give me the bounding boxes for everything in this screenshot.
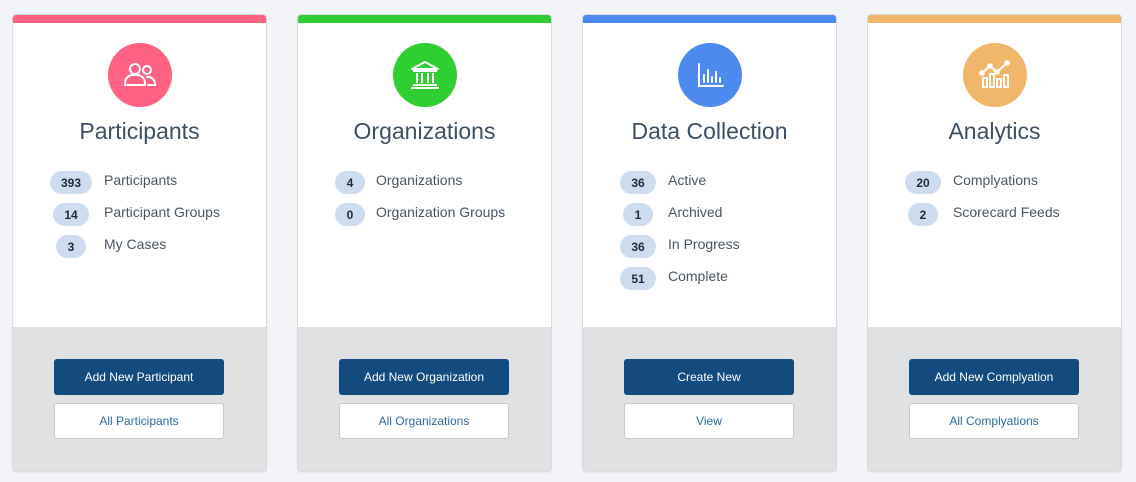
card-title: Analytics [948,118,1041,144]
count-badge: 1 [623,203,653,226]
count-badge: 14 [53,203,89,226]
analytics-card: Analytics 20 Complyations 2 Scorecard Fe… [867,14,1122,472]
stat-row: 3 My Cases [13,233,266,265]
users-icon [107,43,172,107]
bank-building-icon [392,43,457,107]
card-title: Data Collection [631,118,788,144]
count-badge: 4 [335,171,365,194]
count-badge: 20 [905,171,941,194]
bar-chart-icon [677,43,742,107]
stat-row: 393 Participants [13,169,266,201]
card-accent-bar [868,15,1121,23]
count-badge: 36 [620,171,656,194]
stat-row: 4 Organizations [298,169,551,201]
organizations-card: Organizations 4 Organizations 0 Organiza… [297,14,552,472]
stat-label: Archived [668,204,723,220]
stat-label: Organizations [376,172,463,188]
card-accent-bar [13,15,266,23]
stat-label: Complete [668,268,728,284]
all-participants-button[interactable]: All Participants [54,403,224,439]
view-button[interactable]: View [624,403,794,439]
stat-label: Scorecard Feeds [953,204,1060,220]
card-accent-bar [298,15,551,23]
count-badge: 51 [620,267,656,290]
stat-label: Complyations [953,172,1038,188]
analytics-chart-icon [962,43,1027,107]
stat-row: 36 Active [583,169,836,201]
add-new-organization-button[interactable]: Add New Organization [339,359,509,395]
count-badge: 3 [56,235,86,258]
count-badge: 36 [620,235,656,258]
add-new-participant-button[interactable]: Add New Participant [54,359,224,395]
stat-label: Organization Groups [376,204,506,220]
stat-label: My Cases [104,236,167,252]
stat-row: 2 Scorecard Feeds [868,201,1121,233]
participants-card: Participants 393 Participants 14 Partici… [12,14,267,472]
stat-label: Participants [104,172,178,188]
stat-label: Participant Groups [104,204,220,220]
card-footer: Create New View [583,327,836,471]
card-title: Organizations [353,118,496,144]
count-badge: 2 [908,203,938,226]
card-title: Participants [79,118,200,144]
count-badge: 0 [335,203,365,226]
stat-row: 36 In Progress [583,233,836,265]
stat-label: Active [668,172,707,188]
stat-row: 0 Organization Groups [298,201,551,233]
all-complyations-button[interactable]: All Complyations [909,403,1079,439]
card-accent-bar [583,15,836,23]
stats-list: 36 Active 1 Archived 36 In Progress 51 C… [583,169,836,297]
stat-row: 20 Complyations [868,169,1121,201]
card-footer: Add New Participant All Participants [13,327,266,471]
add-new-complyation-button[interactable]: Add New Complyation [909,359,1079,395]
card-footer: Add New Complyation All Complyations [868,327,1121,471]
stat-row: 14 Participant Groups [13,201,266,233]
stats-list: 393 Participants 14 Participant Groups 3… [13,169,266,265]
create-new-button[interactable]: Create New [624,359,794,395]
stats-list: 20 Complyations 2 Scorecard Feeds [868,169,1121,233]
data-collection-card: Data Collection 36 Active 1 Archived 36 … [582,14,837,472]
count-badge: 393 [50,171,92,194]
all-organizations-button[interactable]: All Organizations [339,403,509,439]
stats-list: 4 Organizations 0 Organization Groups [298,169,551,233]
stat-row: 1 Archived [583,201,836,233]
stat-row: 51 Complete [583,265,836,297]
card-footer: Add New Organization All Organizations [298,327,551,471]
stat-label: In Progress [668,236,740,252]
